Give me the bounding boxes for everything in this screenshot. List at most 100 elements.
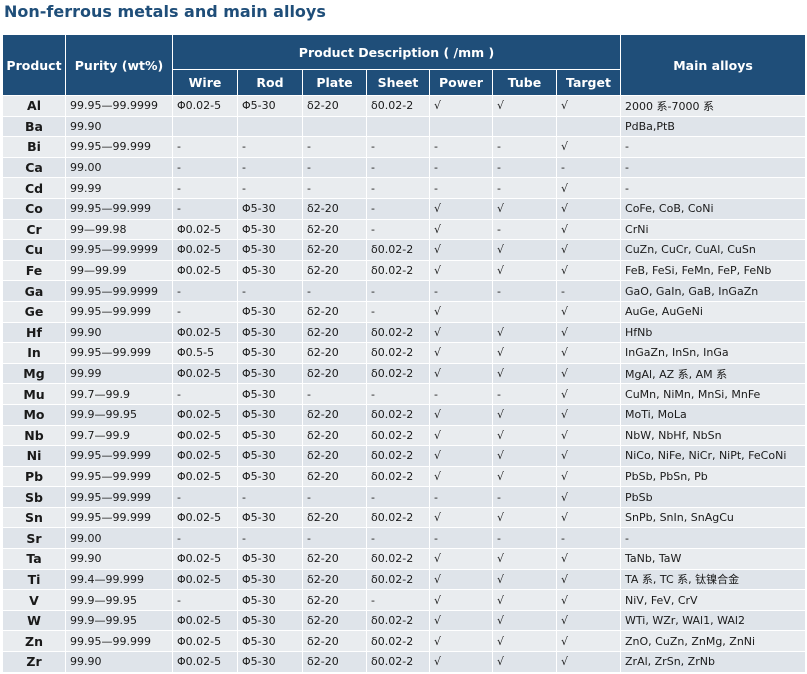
cell-main-alloys: NbW, NbHf, NbSn: [620, 424, 807, 447]
cell-product: Cd: [2, 177, 66, 199]
cell-target: √: [555, 651, 622, 673]
cell-tube: [492, 300, 557, 323]
cell-plate: δ2-20: [302, 321, 367, 344]
cell-purity: 99.90: [65, 115, 173, 138]
cell-power: √: [429, 589, 493, 611]
cell-product: Cu: [2, 239, 66, 261]
cell-tube: -: [492, 177, 557, 199]
cell-tube: √: [492, 609, 557, 632]
cell-wire: Φ0.02-5: [172, 548, 238, 570]
cell-tube: √: [492, 342, 557, 364]
cell-rod: Φ5-30: [237, 609, 303, 632]
cell-rod: Φ5-30: [237, 548, 303, 570]
cell-plate: δ2-20: [302, 218, 367, 241]
cell-power: √: [429, 218, 493, 241]
page-title: Non-ferrous metals and main alloys: [4, 2, 326, 21]
cell-plate: δ2-20: [302, 445, 367, 467]
cell-target: √: [555, 259, 622, 282]
cell-sheet: -: [366, 177, 430, 199]
cell-product: Fe: [2, 259, 66, 282]
cell-plate: δ2-20: [302, 403, 367, 426]
table-row: Ti 99.4—99.999 Φ0.02-5 Φ5-30 δ2-20 δ0.02-2 √ √ √…: [2, 568, 807, 591]
cell-purity: 99.95—99.999: [65, 630, 173, 653]
cell-tube: √: [492, 589, 557, 611]
header-wire: Wire: [172, 69, 238, 96]
cell-power: -: [429, 136, 493, 158]
cell-purity: 99.95—99.9999: [65, 239, 173, 261]
cell-plate: δ2-20: [302, 548, 367, 570]
cell-tube: -: [492, 383, 557, 405]
table-row: Cu 99.95—99.9999 Φ0.02-5 Φ5-30 δ2-20 δ0.02-2 √…: [2, 239, 807, 261]
cell-plate: δ2-20: [302, 362, 367, 385]
cell-plate: -: [302, 280, 367, 302]
cell-wire: Φ0.02-5: [172, 218, 238, 241]
cell-main-alloys: -: [620, 527, 807, 550]
cell-tube: -: [492, 156, 557, 179]
header-product-description: Product Description ( /mm ): [171, 34, 622, 70]
cell-power: √: [429, 321, 493, 344]
cell-power: √: [429, 568, 493, 591]
cell-purity: 99.9—99.95: [65, 609, 173, 632]
cell-sheet: δ0.02-2: [366, 321, 430, 344]
cell-main-alloys: AuGe, AuGeNi: [620, 300, 807, 323]
cell-target: √: [555, 95, 622, 117]
table-row: Al 99.95—99.9999 Φ0.02-5 Φ5-30 δ2-20 δ0.02-2 √…: [2, 95, 807, 117]
cell-main-alloys: CrNi: [620, 218, 807, 241]
cell-plate: δ2-20: [302, 342, 367, 364]
cell-rod: Φ5-30: [237, 568, 303, 591]
table-row: W 99.9—99.95 Φ0.02-5 Φ5-30 δ2-20 δ0.02-2 √ √ √ WT…: [2, 609, 807, 632]
cell-wire: Φ0.02-5: [172, 630, 238, 653]
cell-rod: Φ5-30: [237, 321, 303, 344]
cell-main-alloys: NiCo, NiFe, NiCr, NiPt, FeCoNi: [620, 445, 807, 467]
cell-wire: -: [172, 383, 238, 405]
cell-plate: -: [302, 383, 367, 405]
cell-power: -: [429, 527, 493, 550]
cell-product: Ge: [2, 300, 66, 323]
cell-wire: Φ0.02-5: [172, 259, 238, 282]
cell-plate: δ2-20: [302, 95, 367, 117]
cell-plate: -: [302, 177, 367, 199]
cell-plate: δ2-20: [302, 259, 367, 282]
cell-target: √: [555, 177, 622, 199]
cell-rod: -: [237, 486, 303, 508]
cell-purity: 99.9—99.95: [65, 403, 173, 426]
cell-tube: -: [492, 486, 557, 508]
cell-power: [429, 115, 493, 138]
cell-target: -: [555, 527, 622, 550]
cell-product: Mu: [2, 383, 66, 405]
cell-rod: Φ5-30: [237, 445, 303, 467]
cell-target: √: [555, 424, 622, 447]
cell-purity: 99.4—99.999: [65, 568, 173, 591]
table-row: Sn 99.95—99.999 Φ0.02-5 Φ5-30 δ2-20 δ0.02-2 √ √…: [2, 506, 807, 529]
cell-plate: δ2-20: [302, 506, 367, 529]
cell-power: √: [429, 197, 493, 220]
table-row: Mo 99.9—99.95 Φ0.02-5 Φ5-30 δ2-20 δ0.02-2 √ √ √ M…: [2, 403, 807, 426]
cell-product: Nb: [2, 424, 66, 447]
cell-rod: Φ5-30: [237, 630, 303, 653]
cell-plate: δ2-20: [302, 424, 367, 447]
header-target: Target: [555, 69, 622, 96]
header-power: Power: [429, 69, 493, 96]
cell-product: Cr: [2, 218, 66, 241]
cell-main-alloys: WTi, WZr, WAl1, WAl2: [620, 609, 807, 632]
table-row: Co 99.95—99.999- Φ5-30 δ2-20- √ √ √ CoFe, CoB, …: [2, 197, 807, 220]
cell-main-alloys: -: [620, 177, 807, 199]
cell-purity: 99.7—99.9: [65, 383, 173, 405]
cell-product: Pb: [2, 465, 66, 488]
cell-target: [555, 115, 622, 138]
cell-target: √: [555, 630, 622, 653]
cell-rod: -: [237, 156, 303, 179]
cell-tube: √: [492, 362, 557, 385]
cell-tube: √: [492, 651, 557, 673]
cell-plate: -: [302, 136, 367, 158]
table-row: Bi 99.95—99.999- - - - - - √ -: [2, 136, 807, 158]
header-purity: Purity (wt%): [65, 34, 173, 96]
cell-wire: -: [172, 156, 238, 179]
cell-target: √: [555, 506, 622, 529]
cell-wire: -: [172, 280, 238, 302]
cell-main-alloys: SnPb, SnIn, SnAgCu: [620, 506, 807, 529]
cell-product: Co: [2, 197, 66, 220]
cell-rod: Φ5-30: [237, 403, 303, 426]
cell-main-alloys: MoTi, MoLa: [620, 403, 807, 426]
cell-power: √: [429, 403, 493, 426]
